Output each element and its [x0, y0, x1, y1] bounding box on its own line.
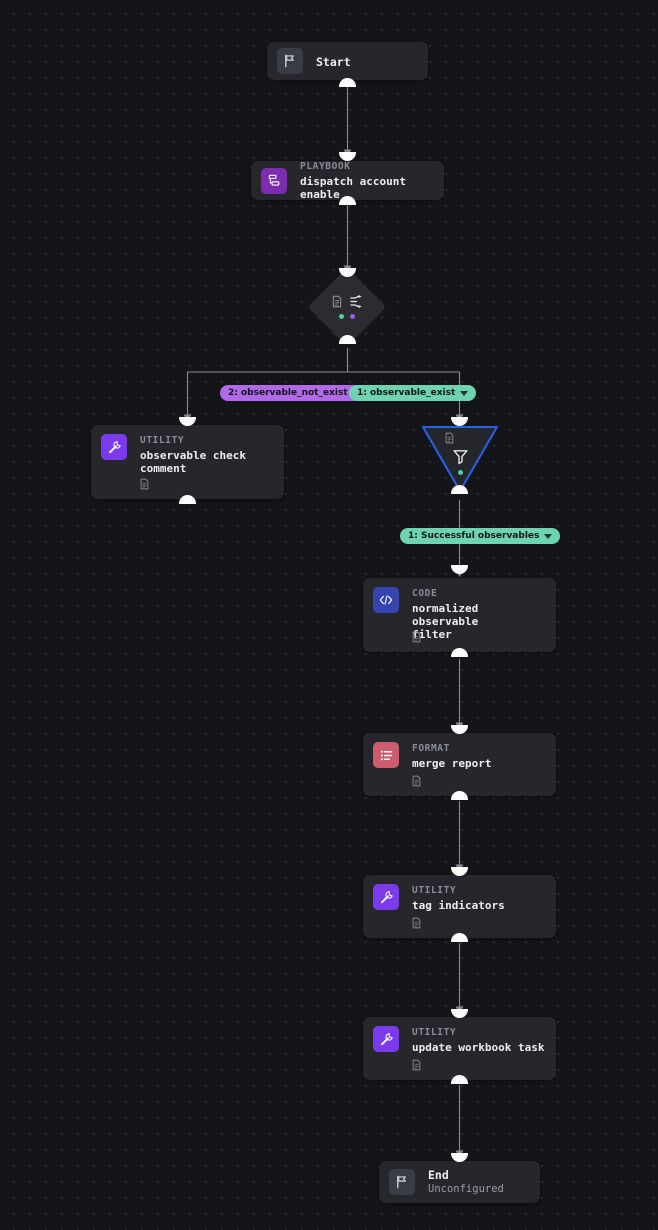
document-icon[interactable]	[411, 631, 422, 643]
playbook-title: dispatch account enable	[300, 175, 406, 201]
code-kind: CODE	[412, 588, 438, 599]
document-icon[interactable]	[444, 432, 455, 444]
list-format-icon	[373, 742, 399, 768]
wrench-icon	[373, 884, 399, 910]
document-icon[interactable]	[411, 1059, 422, 1071]
funnel-icon	[452, 448, 469, 465]
document-icon	[331, 295, 343, 308]
node-playbook[interactable]: PLAYBOOK dispatch account enable	[251, 161, 444, 201]
wrench-icon	[373, 1026, 399, 1052]
workflow-canvas[interactable]: Start PLAYBOOK dispatch account enable 2…	[0, 0, 658, 1230]
document-icon[interactable]	[139, 478, 150, 490]
obs-check-kind: UTILITY	[140, 435, 185, 446]
node-end[interactable]: End Unconfigured	[379, 1161, 540, 1203]
document-icon[interactable]	[411, 775, 422, 787]
pill-observable-exist[interactable]: 1: observable_exist	[349, 385, 477, 401]
obs-check-title: observable check comment	[140, 449, 246, 475]
flag-icon	[277, 48, 303, 74]
pill-not-exist-label: 2: observable_not_exist	[228, 388, 348, 398]
end-subtitle: Unconfigured	[428, 1183, 504, 1195]
tag-title: tag indicators	[412, 899, 505, 912]
pill-observable-not-exist[interactable]: 2: observable_not_exist	[220, 385, 369, 401]
playbook-kind: PLAYBOOK	[300, 161, 351, 172]
format-kind: FORMAT	[412, 743, 450, 754]
tag-kind: UTILITY	[412, 885, 457, 896]
node-observable-check-comment[interactable]: UTILITY observable check comment	[91, 425, 284, 499]
wrench-icon	[101, 434, 127, 460]
port-code-in[interactable]	[451, 565, 468, 574]
pill-successful-observables[interactable]: 1: Successful observables	[400, 528, 561, 544]
node-merge-report[interactable]: FORMAT merge report	[363, 733, 556, 796]
branch-dot-teal	[339, 314, 344, 319]
update-kind: UTILITY	[412, 1027, 457, 1038]
node-start[interactable]: Start	[267, 42, 428, 80]
chevron-down-icon[interactable]	[544, 533, 553, 539]
start-title: Start	[316, 54, 351, 69]
branch-shuffle-icon	[349, 295, 364, 308]
pill-successful-label: 1: Successful observables	[408, 531, 540, 541]
pill-exist-label: 1: observable_exist	[357, 388, 456, 398]
code-brackets-icon	[373, 587, 399, 613]
document-icon[interactable]	[411, 917, 422, 929]
code-title: normalized observable filter	[412, 602, 479, 641]
playbook-icon	[261, 167, 287, 194]
chevron-down-icon[interactable]	[460, 390, 469, 396]
end-title: End	[428, 1168, 449, 1182]
filter-dot-teal	[457, 470, 463, 475]
branch-content	[319, 279, 375, 335]
update-title: update workbook task	[412, 1041, 545, 1054]
node-update-workbook-task[interactable]: UTILITY update workbook task	[363, 1017, 556, 1080]
flag-icon	[389, 1169, 415, 1195]
format-title: merge report	[412, 757, 492, 770]
node-tag-indicators[interactable]: UTILITY tag indicators	[363, 875, 556, 938]
node-normalized-observable-filter[interactable]: CODE normalized observable filter	[363, 578, 556, 652]
branch-dot-purple	[350, 314, 355, 319]
